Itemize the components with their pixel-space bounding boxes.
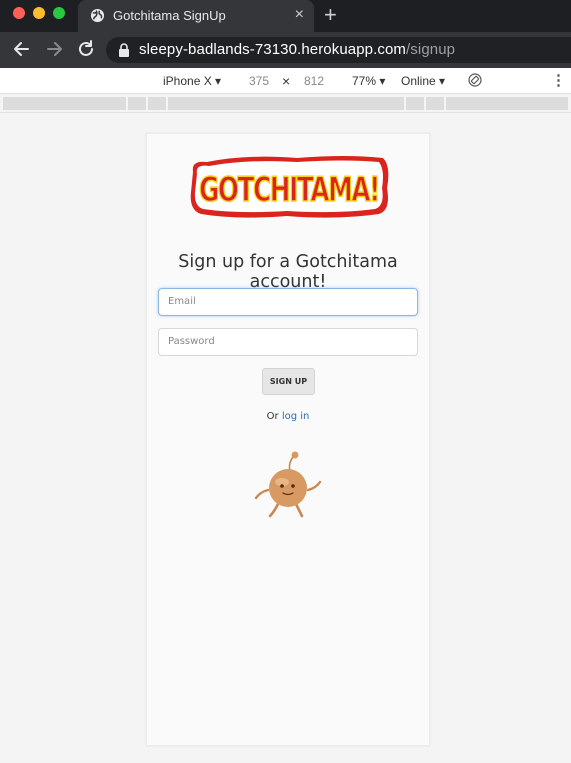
url-text: sleepy-badlands-73130.herokuapp.com/sign…: [139, 41, 455, 58]
email-field[interactable]: Email: [158, 288, 418, 316]
device-toolbar: iPhone X ▾ 375 × 812 77% ▾ Online ▾ ⋮: [0, 68, 571, 94]
login-prompt: Or log in: [147, 411, 429, 422]
page-title: Sign up for a Gotchitama account!: [178, 252, 398, 292]
media-query-bar[interactable]: [3, 97, 126, 110]
media-query-bar[interactable]: [148, 97, 166, 110]
more-options-icon[interactable]: ⋮: [551, 71, 566, 89]
zoom-select[interactable]: 77% ▾: [352, 74, 385, 88]
browser-tab[interactable]: Gotchitama SignUp ×: [78, 0, 314, 32]
url-host: sleepy-badlands-73130.herokuapp.com: [139, 41, 407, 58]
address-bar[interactable]: sleepy-badlands-73130.herokuapp.com/sign…: [106, 37, 571, 63]
viewport-width-field[interactable]: 375: [249, 74, 269, 88]
close-tab-icon[interactable]: ×: [295, 6, 304, 24]
signup-button[interactable]: SIGN UP: [262, 368, 315, 395]
rotate-icon[interactable]: [468, 73, 482, 87]
close-window-button[interactable]: [13, 7, 25, 19]
media-query-bar[interactable]: [446, 97, 568, 110]
viewport-height-field[interactable]: 812: [304, 74, 324, 88]
tab-title: Gotchitama SignUp: [113, 8, 226, 23]
media-query-ruler: [0, 95, 571, 113]
reload-icon[interactable]: [75, 38, 97, 60]
network-throttle-select[interactable]: Online ▾: [401, 74, 445, 88]
lock-icon[interactable]: [118, 43, 130, 57]
logo-wordmark: GOTCHITAMA!: [199, 170, 379, 210]
zoom-window-button[interactable]: [53, 7, 65, 19]
login-link[interactable]: log in: [282, 411, 310, 422]
browser-toolbar: sleepy-badlands-73130.herokuapp.com/sign…: [0, 32, 571, 68]
password-field[interactable]: Password: [158, 328, 418, 356]
device-select[interactable]: iPhone X ▾: [163, 74, 221, 88]
media-query-bar[interactable]: [406, 97, 424, 110]
dimension-separator: ×: [282, 73, 291, 89]
media-query-bar[interactable]: [426, 97, 444, 110]
new-tab-button[interactable]: +: [324, 3, 337, 27]
or-text: Or: [266, 411, 282, 422]
browser-tab-bar: Gotchitama SignUp × +: [0, 0, 571, 32]
url-path: /signup: [406, 41, 456, 58]
media-query-bar[interactable]: [128, 97, 146, 110]
minimize-window-button[interactable]: [33, 7, 45, 19]
back-arrow-icon[interactable]: [11, 38, 33, 60]
gotchitama-mascot-image: [254, 451, 322, 518]
media-query-bar[interactable]: [168, 97, 404, 110]
globe-icon: [90, 8, 105, 23]
device-screen: GOTCHITAMA! Sign up for a Gotchitama acc…: [146, 133, 430, 746]
gotchitama-logo: GOTCHITAMA!: [190, 156, 389, 218]
device-viewport: GOTCHITAMA! Sign up for a Gotchitama acc…: [0, 113, 571, 763]
forward-arrow-icon[interactable]: [43, 38, 65, 60]
